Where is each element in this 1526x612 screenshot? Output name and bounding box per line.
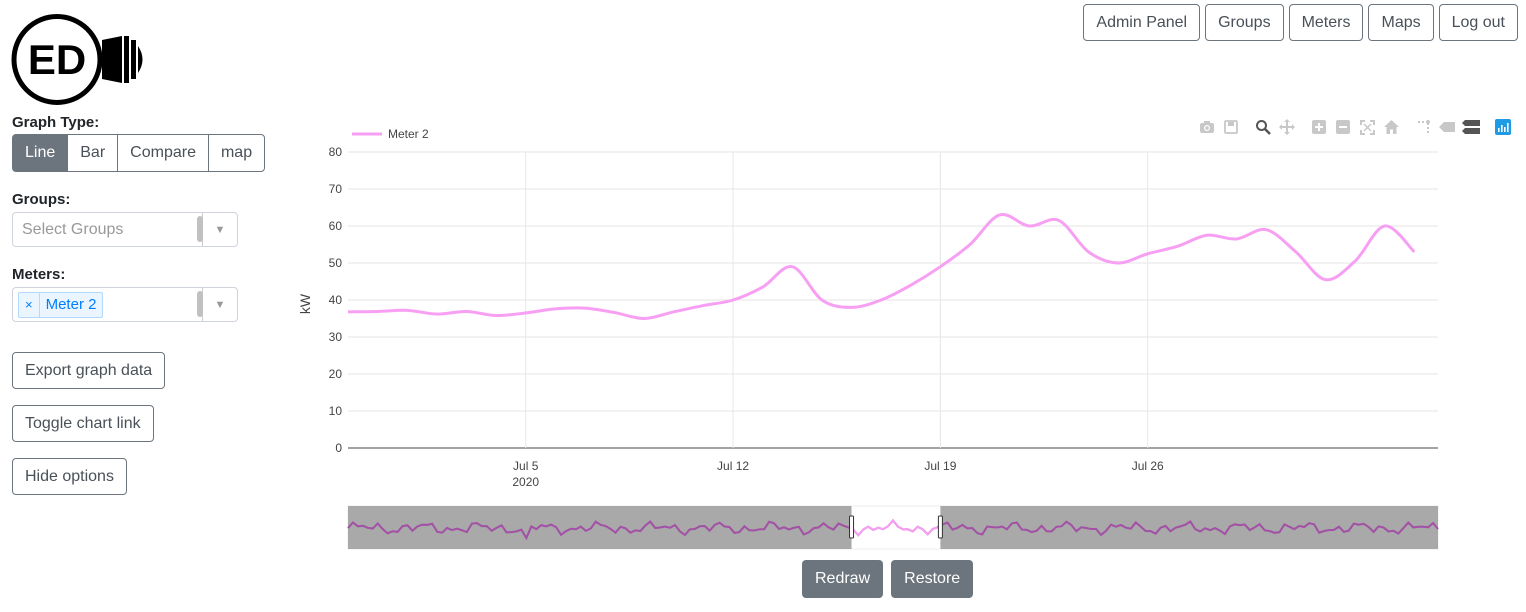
x-tick-label: Jul 5 <box>513 459 539 473</box>
hide-options-button[interactable]: Hide options <box>12 458 127 495</box>
x-axis-ticks: Jul 5 2020 Jul 12 Jul 19 Jul 26 <box>512 459 1164 489</box>
groups-scrollbar[interactable] <box>197 216 203 242</box>
y-tick-label: 30 <box>329 330 343 344</box>
chart-legend[interactable]: Meter 2 <box>352 127 429 141</box>
meters-scrollbar[interactable] <box>197 291 203 317</box>
legend-label: Meter 2 <box>388 127 429 141</box>
range-handle-left[interactable] <box>849 515 855 539</box>
admin-panel-button[interactable]: Admin Panel <box>1083 4 1201 41</box>
groups-label: Groups: <box>12 191 71 208</box>
remove-tag-icon[interactable]: × <box>19 292 40 317</box>
range-slider[interactable] <box>347 505 1439 550</box>
maps-button[interactable]: Maps <box>1368 4 1434 41</box>
graph-type-group: Line Bar Compare map <box>12 134 266 172</box>
line-chart[interactable]: Meter 2 0 10 20 30 40 50 60 70 80 Jul 5 2020 Jul 1… <box>290 110 1520 560</box>
chevron-down-icon[interactable]: ▼ <box>203 299 237 311</box>
x-tick-label: Jul 12 <box>717 459 749 473</box>
meter-tag-label: Meter 2 <box>45 296 97 313</box>
meters-label: Meters: <box>12 266 66 283</box>
y-tick-label: 70 <box>329 182 343 196</box>
graph-type-compare-button[interactable]: Compare <box>117 134 209 172</box>
y-tick-label: 10 <box>329 404 343 418</box>
y-tick-label: 20 <box>329 367 343 381</box>
y-tick-label: 60 <box>329 219 343 233</box>
app-logo: ED <box>11 14 143 105</box>
x-tick-sublabel: 2020 <box>512 475 539 489</box>
graph-type-map-button[interactable]: map <box>207 134 266 172</box>
meters-values: × Meter 2 <box>13 291 202 318</box>
toggle-chart-link-button[interactable]: Toggle chart link <box>12 405 154 442</box>
y-tick-label: 0 <box>335 441 342 455</box>
range-slider-mask-left[interactable] <box>348 506 852 549</box>
chart-grid <box>348 151 1438 449</box>
chevron-down-icon[interactable]: ▼ <box>203 224 237 236</box>
log-out-button[interactable]: Log out <box>1438 4 1518 41</box>
bulb-icon <box>102 36 143 83</box>
range-slider-mask-right[interactable] <box>940 506 1438 549</box>
groups-button[interactable]: Groups <box>1205 4 1284 41</box>
graph-type-bar-button[interactable]: Bar <box>67 134 119 172</box>
chart-action-buttons: Redraw Restore <box>802 560 974 598</box>
logo-text: ED <box>28 36 86 83</box>
redraw-button[interactable]: Redraw <box>802 560 884 598</box>
range-handle-right[interactable] <box>937 515 943 539</box>
top-nav: Admin Panel Groups Meters Maps Log out <box>1083 4 1518 41</box>
y-axis-ticks: 0 10 20 30 40 50 60 70 80 <box>329 145 343 455</box>
series-line-meter-2[interactable] <box>348 212 1416 321</box>
y-tick-label: 40 <box>329 293 343 307</box>
x-tick-label: Jul 19 <box>924 459 956 473</box>
meters-button[interactable]: Meters <box>1288 4 1364 41</box>
groups-placeholder: Select Groups <box>22 220 124 238</box>
restore-button[interactable]: Restore <box>891 560 974 598</box>
y-tick-label: 80 <box>329 145 343 159</box>
export-graph-data-button[interactable]: Export graph data <box>12 352 166 389</box>
graph-type-line-button[interactable]: Line <box>12 134 69 172</box>
meter-tag: × Meter 2 <box>18 291 104 318</box>
y-tick-label: 50 <box>329 256 343 270</box>
graph-type-label: Graph Type: <box>12 114 100 131</box>
x-tick-label: Jul 26 <box>1132 459 1164 473</box>
meters-select[interactable]: × Meter 2 ▼ <box>12 287 238 322</box>
groups-select[interactable]: Select Groups ▼ <box>12 212 238 247</box>
y-axis-label: kW <box>297 293 313 314</box>
